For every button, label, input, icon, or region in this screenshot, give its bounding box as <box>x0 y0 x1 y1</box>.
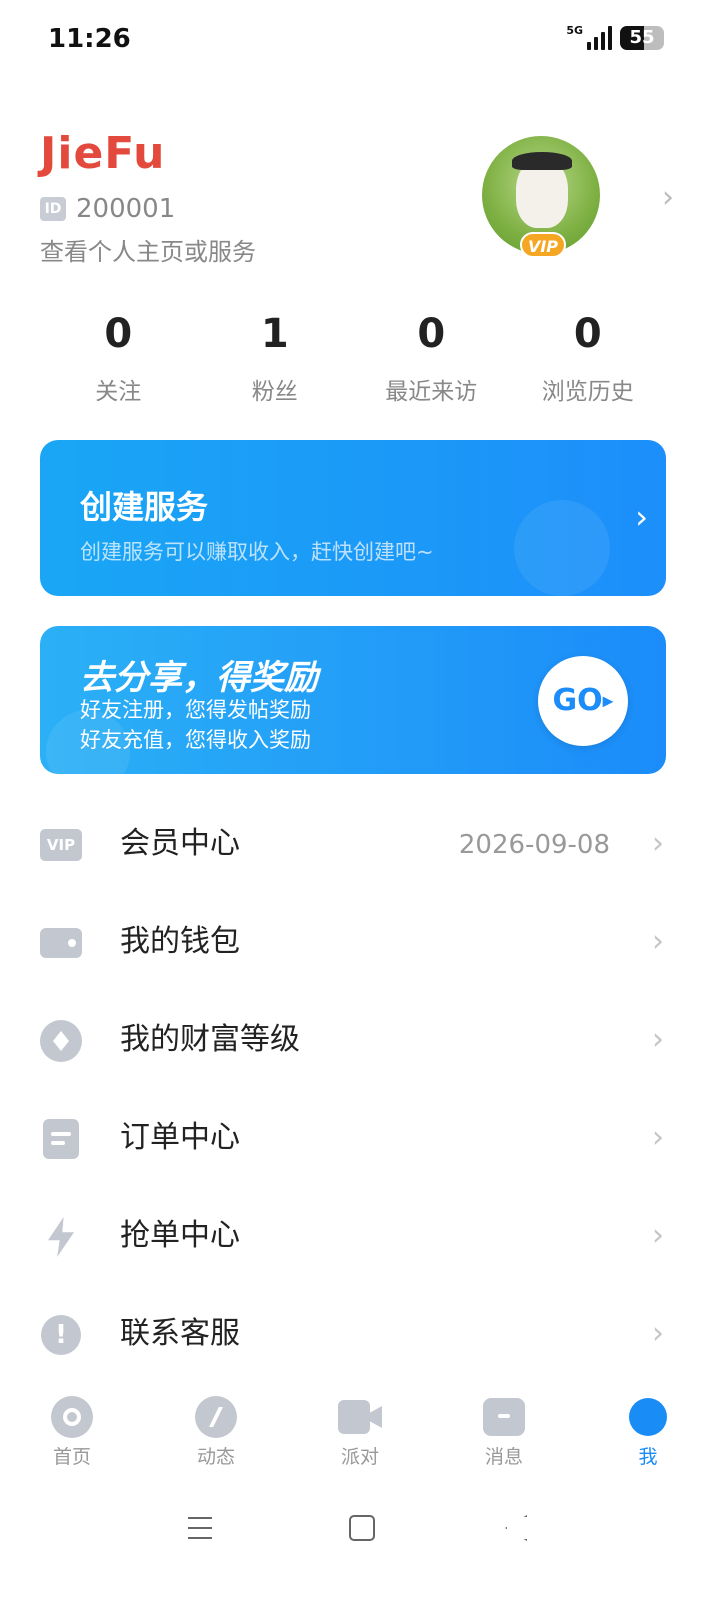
menu-label: 会员中心 <box>120 826 240 861</box>
chevron-right-icon: › <box>652 1120 664 1155</box>
wallet-icon <box>40 922 82 964</box>
profile-hint: 查看个人主页或服务 <box>40 238 256 266</box>
vip-expiry-date: 2026-09-08 <box>458 830 610 860</box>
bottom-tab-bar: 首页 动态 派对 消息 我 <box>0 1396 720 1476</box>
chevron-right-icon: › <box>652 1022 664 1057</box>
go-button[interactable]: GO▶ <box>538 656 628 746</box>
menu-item-grab-orders[interactable]: 抢单中心 › <box>0 1188 720 1286</box>
signal-icon <box>587 26 612 50</box>
user-id: 200001 <box>76 194 176 224</box>
share-title: 去分享，得奖励 <box>80 658 318 698</box>
stat-browse-history[interactable]: 0 浏览历史 <box>510 310 667 406</box>
stat-value: 1 <box>260 311 289 357</box>
chevron-right-icon: › <box>652 1316 664 1351</box>
diamond-icon <box>40 1020 82 1062</box>
stat-value: 0 <box>573 311 602 357</box>
tab-label: 派对 <box>340 1446 379 1468</box>
menu-label: 联系客服 <box>120 1316 240 1351</box>
tab-home[interactable]: 首页 <box>0 1396 144 1476</box>
tab-label: 动态 <box>196 1446 235 1468</box>
chevron-right-icon: › <box>652 1218 664 1253</box>
vip-icon: VIP <box>40 824 82 866</box>
menu-item-vip-center[interactable]: VIP 会员中心 2026-09-08 › <box>0 796 720 894</box>
profile-header[interactable]: JieFu ID 200001 查看个人主页或服务 VIP › <box>40 128 680 278</box>
message-icon <box>482 1396 526 1438</box>
play-icon: ▶ <box>602 693 614 710</box>
nickname: JieFu <box>40 128 166 179</box>
status-icons: 5G 55 <box>566 23 664 50</box>
create-service-title: 创建服务 <box>80 488 209 526</box>
share-line-1: 好友注册，您得发帖奖励 <box>80 698 311 722</box>
chevron-right-icon: › <box>652 924 664 959</box>
tab-label: 我 <box>638 1446 658 1468</box>
menu-item-wallet[interactable]: 我的钱包 › <box>0 894 720 992</box>
stat-label: 最近来访 <box>385 379 478 405</box>
chevron-right-icon: › <box>662 180 674 215</box>
id-tag: ID <box>40 197 66 221</box>
status-time: 11:26 <box>48 24 131 54</box>
stats-row: 0 关注 1 粉丝 0 最近来访 0 浏览历史 <box>40 310 666 406</box>
share-line-2: 好友充值，您得收入奖励 <box>80 728 311 752</box>
stat-following[interactable]: 0 关注 <box>40 310 197 406</box>
menu-item-wealth-level[interactable]: 我的财富等级 › <box>0 992 720 1090</box>
system-nav-bar <box>0 1496 720 1566</box>
stat-label: 粉丝 <box>251 379 298 405</box>
chevron-right-icon: › <box>652 826 664 861</box>
chevron-right-icon: › <box>635 498 648 536</box>
create-service-card[interactable]: 创建服务 创建服务可以赚取收入，赶快创建吧~ › <box>40 440 666 596</box>
profile-icon <box>626 1396 670 1438</box>
status-bar: 11:26 5G 55 <box>0 0 720 80</box>
tab-label: 首页 <box>52 1446 91 1468</box>
menu-list: VIP 会员中心 2026-09-08 › 我的钱包 › 我的财富等级 › 订单… <box>0 796 720 1384</box>
battery-level: 55 <box>629 27 655 48</box>
menu-label: 订单中心 <box>120 1120 240 1155</box>
home-icon <box>50 1396 94 1438</box>
compass-icon <box>194 1396 238 1438</box>
battery-icon: 55 <box>620 26 664 50</box>
share-reward-card[interactable]: 去分享，得奖励 好友注册，您得发帖奖励 好友充值，您得收入奖励 GO▶ <box>40 626 666 774</box>
go-label: GO <box>552 683 603 718</box>
menu-item-order-center[interactable]: 订单中心 › <box>0 1090 720 1188</box>
video-icon <box>338 1396 382 1438</box>
menu-icon[interactable] <box>180 1508 220 1548</box>
money-bag-icon <box>514 500 610 596</box>
exclamation-icon: ! <box>40 1314 82 1356</box>
avatar-hair <box>512 152 572 170</box>
stat-recent-visitors[interactable]: 0 最近来访 <box>353 310 510 406</box>
home-square-icon[interactable] <box>342 1508 382 1548</box>
stat-value: 0 <box>104 311 133 357</box>
menu-item-customer-service[interactable]: ! 联系客服 › <box>0 1286 720 1384</box>
stat-label: 关注 <box>95 379 142 405</box>
order-icon <box>40 1118 82 1160</box>
stat-value: 0 <box>417 311 446 357</box>
tab-messages[interactable]: 消息 <box>432 1396 576 1476</box>
back-icon[interactable] <box>496 1508 536 1548</box>
tab-me[interactable]: 我 <box>576 1396 720 1476</box>
user-id-row: ID 200001 <box>40 194 175 224</box>
tab-party[interactable]: 派对 <box>288 1396 432 1476</box>
network-type: 5G <box>566 23 583 37</box>
tab-label: 消息 <box>484 1446 523 1468</box>
create-service-subtitle: 创建服务可以赚取收入，赶快创建吧~ <box>80 540 434 564</box>
menu-label: 我的钱包 <box>120 924 240 959</box>
tab-moments[interactable]: 动态 <box>144 1396 288 1476</box>
lightning-icon <box>40 1216 82 1258</box>
stat-followers[interactable]: 1 粉丝 <box>197 310 354 406</box>
menu-label: 抢单中心 <box>120 1218 240 1253</box>
stat-label: 浏览历史 <box>541 379 634 405</box>
menu-label: 我的财富等级 <box>120 1022 300 1057</box>
vip-badge: VIP <box>520 232 566 258</box>
